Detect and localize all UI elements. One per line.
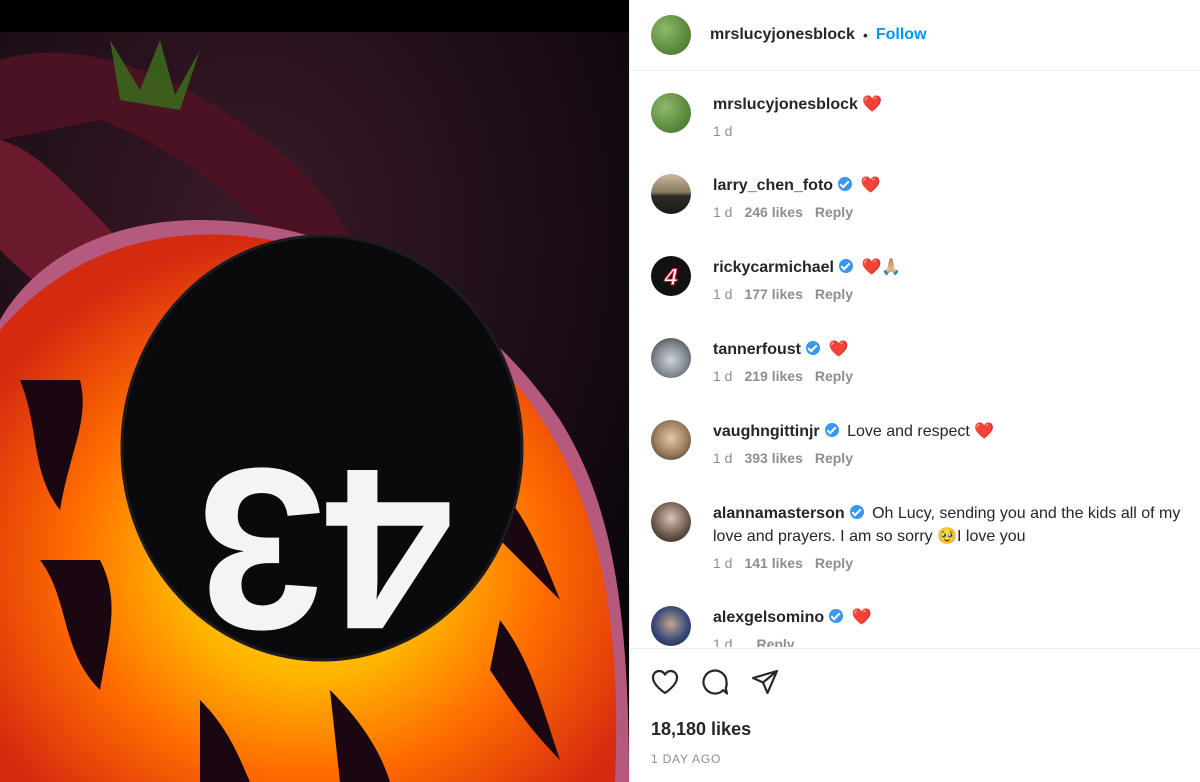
comment-avatar[interactable] xyxy=(651,174,691,214)
caption-text: ❤️ xyxy=(862,96,883,113)
post-actions: 18,180 likes 1 DAY AGO xyxy=(630,648,1200,782)
comment-likes[interactable]: 141 likes xyxy=(744,555,802,571)
reply-button[interactable]: Reply xyxy=(815,555,853,571)
comment-text: ❤️ xyxy=(851,609,872,626)
post-likes-count[interactable]: 18,180 likes xyxy=(651,719,751,740)
comment-time: 1 d xyxy=(713,368,733,384)
reply-button[interactable]: Reply xyxy=(815,450,853,466)
comment-likes[interactable]: 177 likes xyxy=(744,286,802,302)
caption-body: mrslucyjonesblock ❤️ 1 d xyxy=(713,93,1193,139)
comment-time: 1 d xyxy=(713,450,733,466)
verified-badge-icon xyxy=(838,259,853,273)
comment-time: 1 d xyxy=(713,555,733,571)
comment-text: Love and respect ❤️ xyxy=(847,423,995,440)
verified-badge-icon xyxy=(838,177,853,191)
reply-button[interactable]: Reply xyxy=(815,204,853,220)
comment-avatar[interactable]: 4 xyxy=(651,256,691,296)
reply-button[interactable]: Reply xyxy=(815,286,853,302)
comments-list[interactable]: mrslucyjonesblock ❤️ 1 d larry_chen_foto… xyxy=(630,72,1200,647)
post-header: mrslucyjonesblock • Follow xyxy=(630,0,1200,71)
comment-time: 1 d xyxy=(713,286,733,302)
svg-text:4: 4 xyxy=(663,264,677,291)
comment-text: ❤️🙏🏼 xyxy=(861,259,902,276)
comment-text: ❤️ xyxy=(860,177,881,194)
comment-username[interactable]: tannerfoust xyxy=(713,341,801,358)
comment-text: ❤️ xyxy=(828,341,849,358)
number-graphic: 43 xyxy=(197,421,453,678)
post-details-panel: mrslucyjonesblock • Follow mrslucyjonesb… xyxy=(629,0,1200,782)
number-4-logo-icon: 4 xyxy=(663,264,678,292)
comment-username[interactable]: larry_chen_foto xyxy=(713,177,833,194)
reply-button[interactable]: Reply xyxy=(815,368,853,384)
comment-likes[interactable]: 219 likes xyxy=(744,368,802,384)
comment-username[interactable]: rickycarmichael xyxy=(713,259,834,276)
author-avatar[interactable] xyxy=(651,15,691,55)
share-icon[interactable] xyxy=(750,667,780,697)
separator-dot: • xyxy=(862,27,868,43)
comment-likes[interactable]: 393 likes xyxy=(744,450,802,466)
comment-avatar[interactable] xyxy=(651,606,691,646)
verified-badge-icon xyxy=(829,609,844,623)
verified-badge-icon xyxy=(806,341,820,355)
comment-username[interactable]: vaughngittinjr xyxy=(713,423,820,440)
comment-username[interactable]: alannamasterson xyxy=(713,505,845,522)
caption-username[interactable]: mrslucyjonesblock xyxy=(713,96,858,113)
action-buttons xyxy=(650,667,780,697)
caption-avatar[interactable] xyxy=(651,93,691,133)
comment-avatar[interactable] xyxy=(651,420,691,460)
reply-button[interactable]: Reply xyxy=(756,636,794,647)
follow-button[interactable]: Follow xyxy=(876,26,927,44)
comment-time: 1 d xyxy=(713,636,733,647)
caption-time: 1 d xyxy=(713,123,733,139)
post-photo[interactable]: 43 xyxy=(0,0,629,782)
photo-number-text: 43 xyxy=(197,421,453,678)
comment-icon[interactable] xyxy=(700,667,730,697)
comment-time: 1 d xyxy=(713,204,733,220)
comment-username[interactable]: alexgelsomino xyxy=(713,609,824,626)
comment-avatar[interactable] xyxy=(651,502,691,542)
comment-avatar[interactable] xyxy=(651,338,691,378)
comment-likes[interactable]: 246 likes xyxy=(744,204,802,220)
post-date: 1 DAY AGO xyxy=(651,752,722,766)
heart-icon[interactable] xyxy=(650,667,680,697)
verified-badge-icon xyxy=(824,423,839,437)
author-username[interactable]: mrslucyjonesblock xyxy=(710,26,855,44)
verified-badge-icon xyxy=(849,505,864,519)
